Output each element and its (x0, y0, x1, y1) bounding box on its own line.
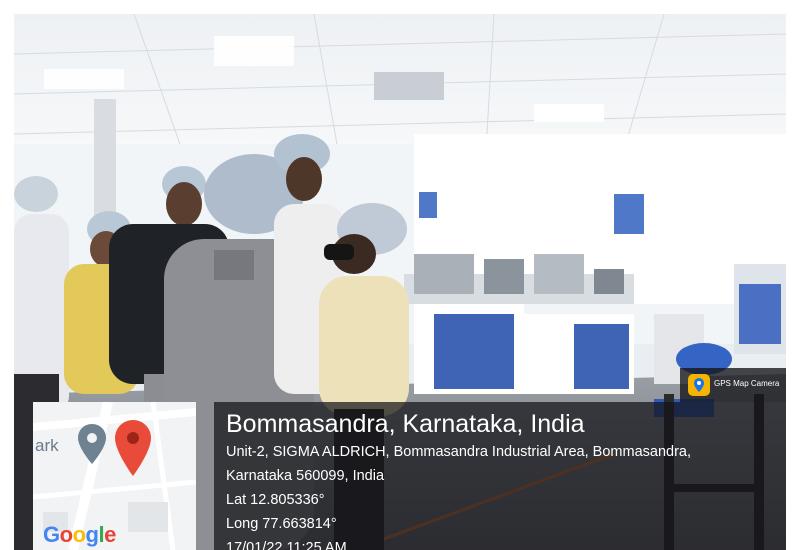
address-line-2: Karnataka 560099, India (226, 468, 385, 484)
app-logo-icon (688, 374, 710, 396)
map-thumbnail[interactable]: ark Google (33, 402, 196, 550)
gps-info-overlay: Bommasandra, Karnataka, India Unit-2, SI… (214, 402, 786, 550)
latitude: Lat 12.805336° (226, 492, 325, 508)
app-name: GPS Map Camera (714, 379, 780, 388)
logo-letter: e (104, 522, 116, 547)
photo-frame: ark Google GPS Map Camera Bommasandra, K… (14, 14, 786, 550)
timestamp: 17/01/22 11:25 AM (226, 540, 347, 550)
address-line-1: Unit-2, SIGMA ALDRICH, Bommasandra Indus… (226, 444, 691, 460)
google-logo: Google (43, 522, 116, 548)
logo-letter: g (85, 522, 99, 547)
logo-letter: o (59, 522, 73, 547)
longitude: Long 77.663814° (226, 516, 337, 532)
logo-letter: o (72, 522, 86, 547)
logo-letter: G (43, 522, 60, 547)
app-badge: GPS Map Camera (680, 368, 786, 402)
location-title: Bommasandra, Karnataka, India (226, 410, 585, 438)
